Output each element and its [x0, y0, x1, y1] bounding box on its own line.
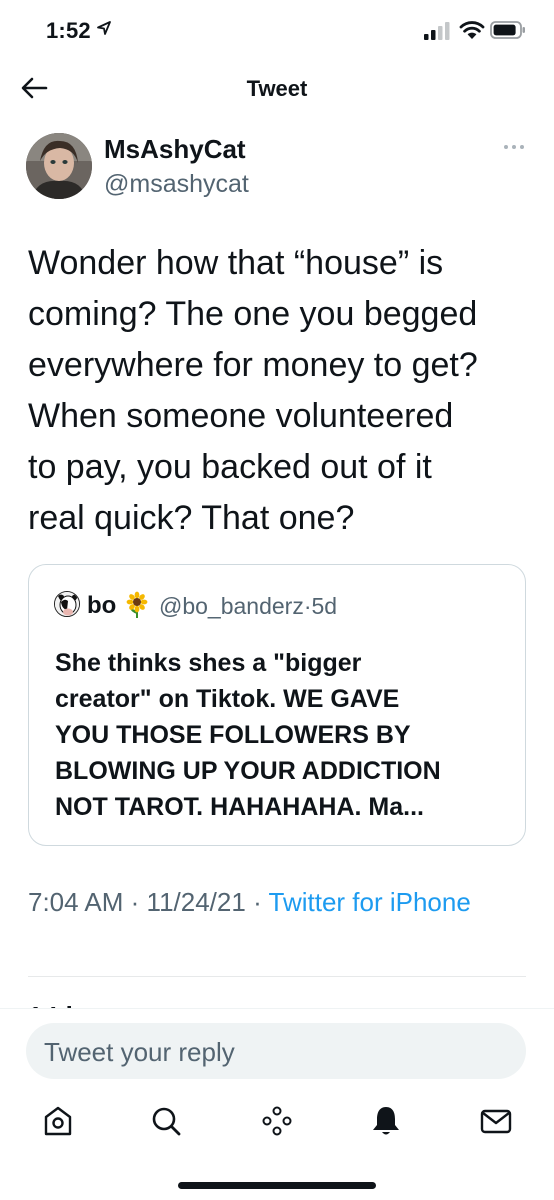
- quoted-tweet-text: She thinks shes a "bigger creator" on Ti…: [55, 645, 525, 825]
- quoted-text-line: creator" on Tiktok. WE GAVE: [55, 685, 400, 713]
- tweet-text-line: When someone volunteered: [28, 397, 454, 435]
- home-indicator: [178, 1182, 376, 1189]
- spaces-icon: [262, 1106, 292, 1136]
- tweet-header: Tweet: [0, 62, 554, 114]
- tweet-text: Wonder how that “house” is coming? The o…: [28, 238, 538, 544]
- author-handle[interactable]: @msashycat: [104, 170, 249, 199]
- tweet-text-line: everywhere for money to get?: [28, 346, 478, 384]
- meta-separator: ·: [253, 887, 262, 917]
- tab-search[interactable]: [148, 1103, 184, 1139]
- notifications-bell-icon: [373, 1107, 399, 1135]
- status-time: 1:52: [46, 18, 91, 43]
- tweet-text-line: Wonder how that “house” is: [28, 244, 444, 282]
- battery-icon: [490, 21, 525, 39]
- tweet-timestamp: 7:04 AM · 11/24/21 · Twitter for iPhone: [28, 884, 528, 920]
- quoted-author-handle: @bo_banderz: [159, 593, 304, 619]
- quoted-author-name: bo: [87, 592, 117, 619]
- sunflower-icon: [126, 591, 148, 618]
- location-arrow-icon: [97, 21, 111, 35]
- tab-spaces[interactable]: [259, 1103, 295, 1139]
- cellular-signal-icon: [424, 22, 450, 40]
- more-options-icon[interactable]: [502, 142, 526, 152]
- quoted-text-line: She thinks shes a "bigger: [55, 649, 362, 677]
- quoted-text-line: BLOWING UP YOUR ADDICTION: [55, 757, 441, 785]
- tab-messages[interactable]: [478, 1103, 514, 1139]
- bottom-bar: Tweet your reply: [0, 1008, 554, 1200]
- tab-notifications[interactable]: [368, 1103, 404, 1139]
- quoted-tweet-card[interactable]: bo @bo_banderz·5d She thinks shes a "big…: [28, 564, 526, 846]
- reply-placeholder: Tweet your reply: [44, 1037, 235, 1067]
- quoted-text-line: YOU THOSE FOLLOWERS BY: [55, 721, 411, 749]
- tweet-text-line: coming? The one you begged: [28, 295, 478, 333]
- home-icon: [44, 1106, 72, 1136]
- meta-separator: ·: [130, 887, 140, 917]
- wifi-icon: [459, 21, 485, 39]
- quoted-author-avatar: [54, 591, 80, 617]
- author-name[interactable]: MsAshyCat: [104, 134, 246, 165]
- page-title: Tweet: [246, 76, 308, 101]
- quoted-meta: @bo_banderz·5d: [159, 593, 337, 620]
- author-avatar[interactable]: [26, 133, 92, 199]
- quoted-text-line: NOT TAROT. HAHAHAHA. Ma...: [55, 793, 424, 821]
- tweet-source-link[interactable]: Twitter for iPhone: [269, 887, 471, 917]
- messages-envelope-icon: [480, 1109, 512, 1134]
- tab-home[interactable]: [40, 1103, 76, 1139]
- tweet-text-line: to pay, you backed out of it: [28, 448, 432, 486]
- tweet-text-line: real quick? That one?: [28, 499, 355, 537]
- divider: [28, 976, 526, 977]
- status-bar: 1:52: [0, 0, 554, 62]
- reply-input[interactable]: Tweet your reply: [26, 1023, 526, 1079]
- quoted-tweet-age: 5d: [311, 593, 338, 619]
- meta-separator: ·: [303, 593, 312, 619]
- search-icon: [152, 1107, 181, 1136]
- tweet-time: 7:04 AM: [28, 887, 124, 917]
- tweet-date: 11/24/21: [146, 887, 246, 917]
- avatar-photo: [26, 133, 92, 199]
